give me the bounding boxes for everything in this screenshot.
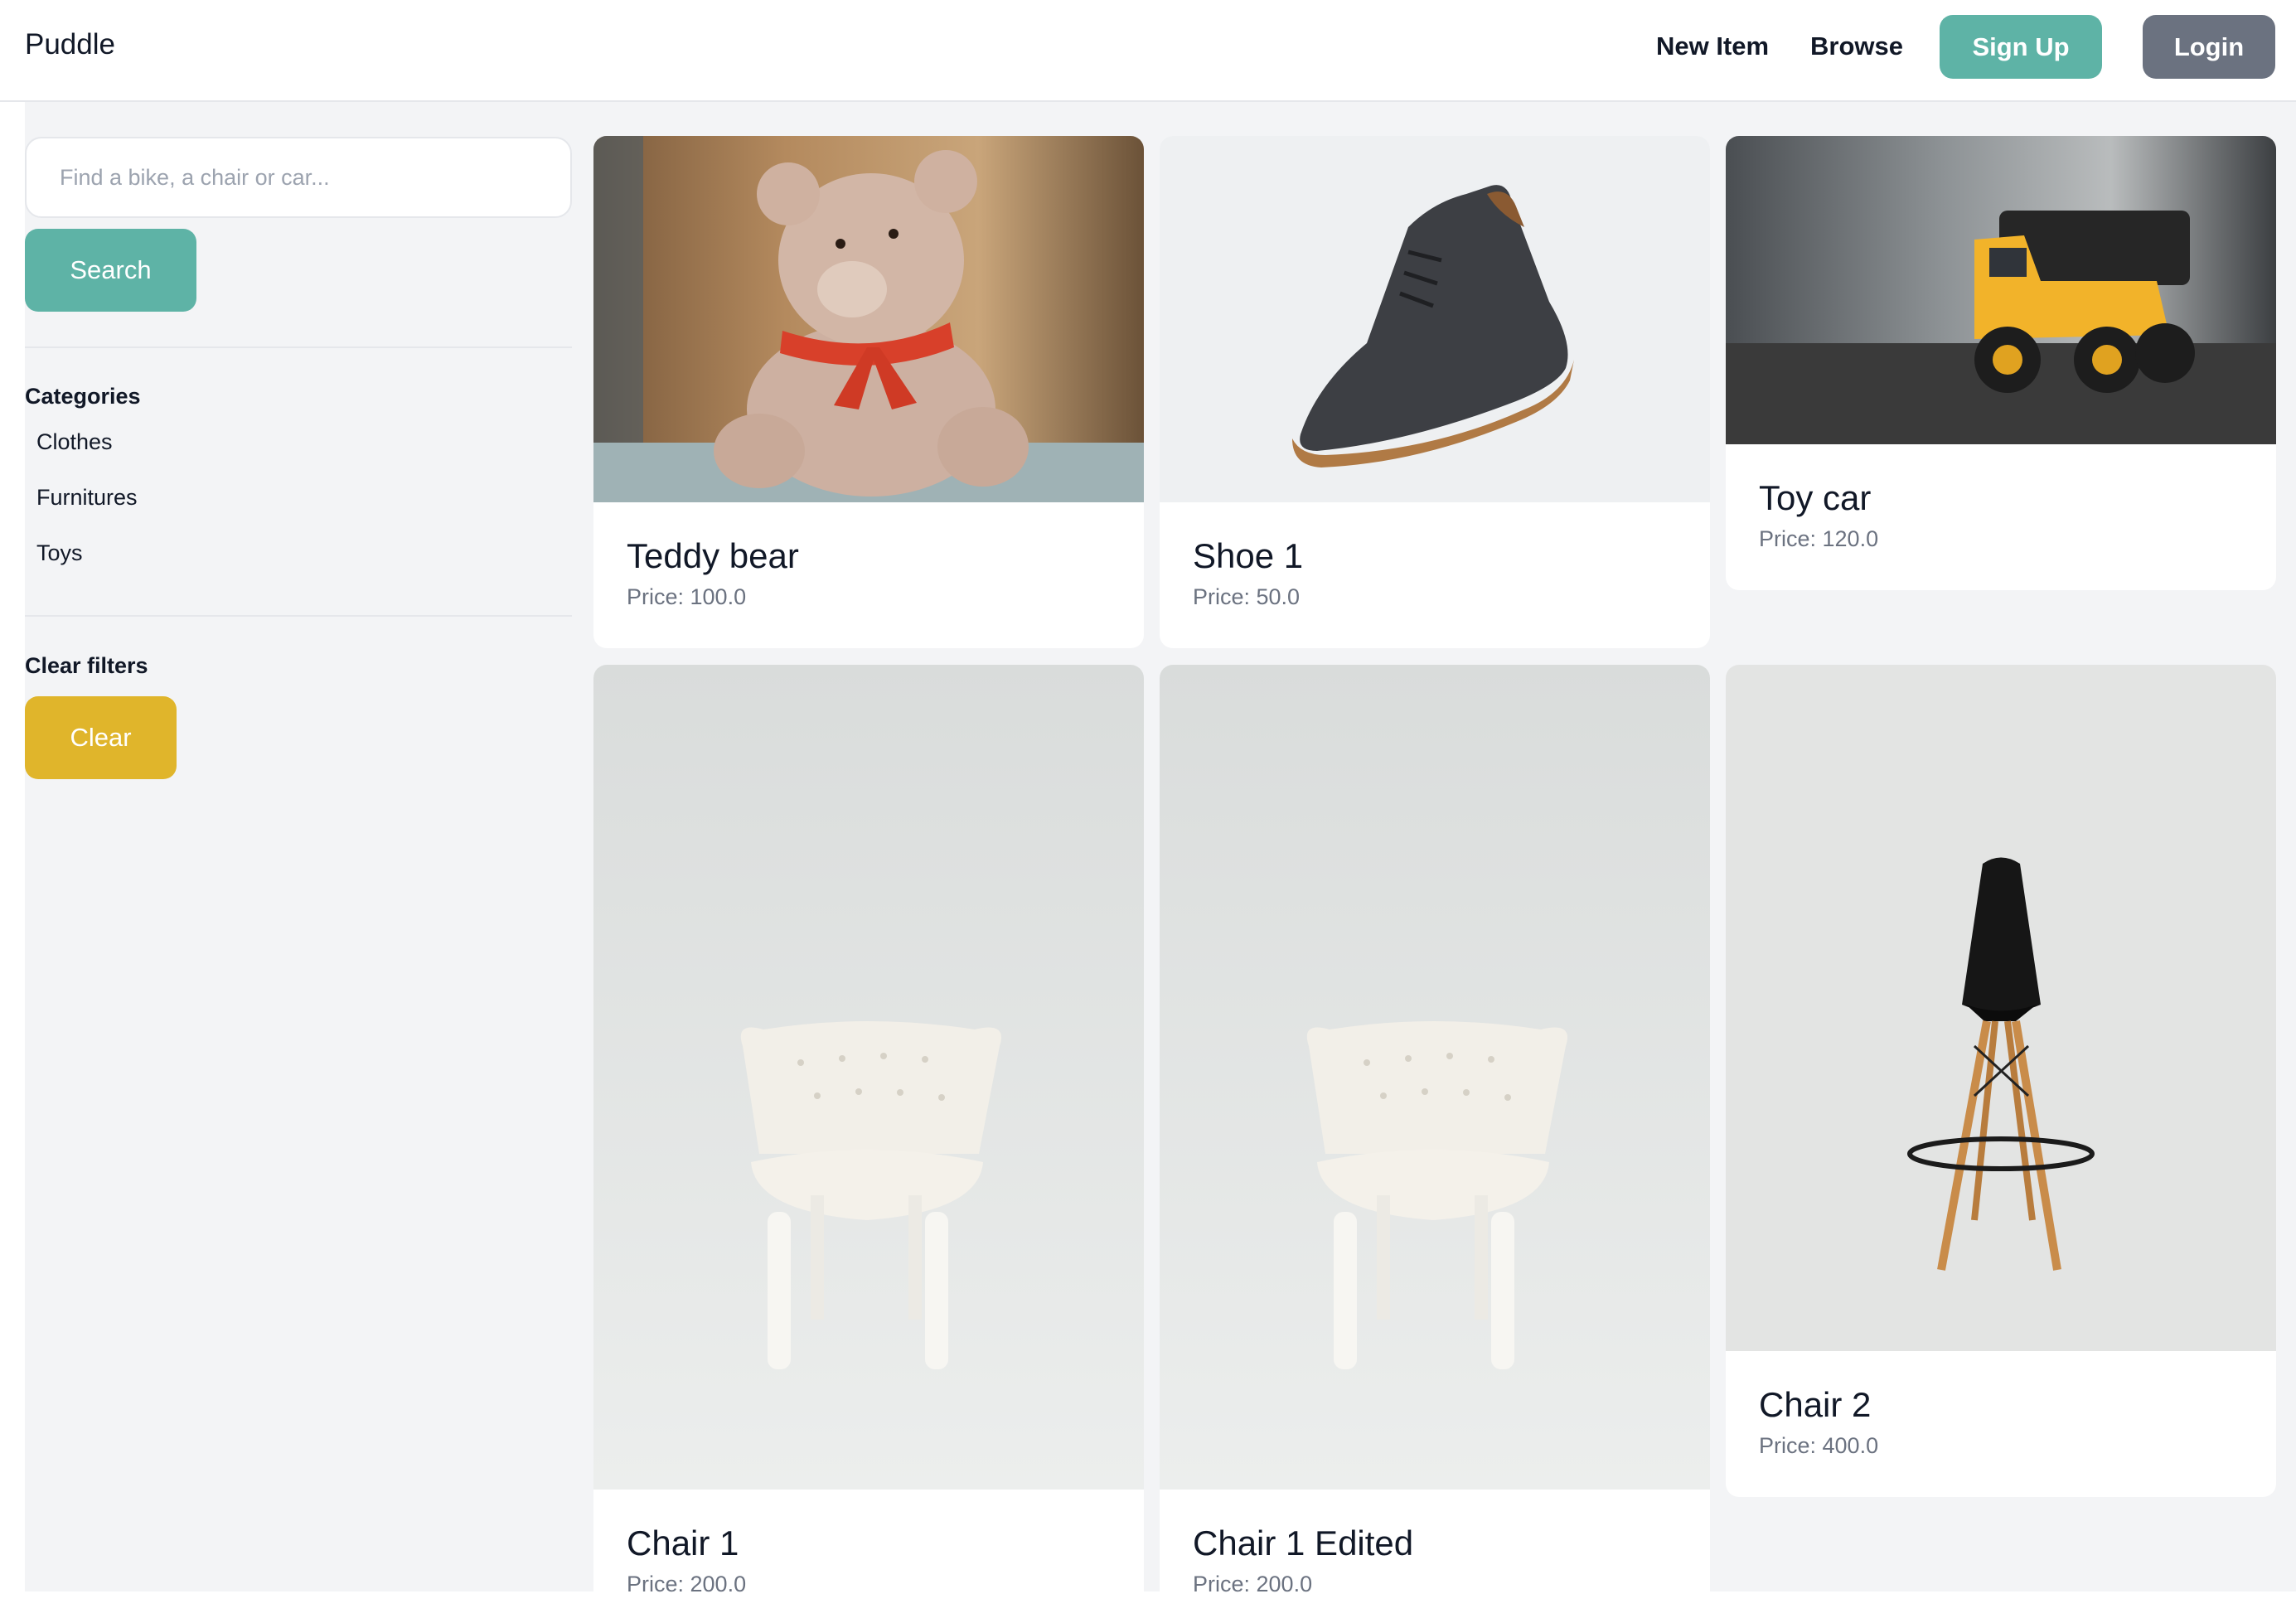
top-navbar: Puddle New Item Browse Sign Up Login [0,0,2296,102]
sidebar-divider [25,346,572,348]
search-button[interactable]: Search [25,229,196,312]
item-price: Price: 200.0 [627,1572,747,1596]
item-title: Chair 2 [1759,1385,1872,1424]
item-title: Toy car [1759,478,1872,517]
nav-new-item-link[interactable]: New Item [1656,31,1769,61]
item-card-chair-1[interactable]: Chair 1 Price: 200.0 [593,665,1144,1618]
nav-browse-link[interactable]: Browse [1810,31,1903,61]
item-card-chair-1-edited[interactable]: Chair 1 Edited Price: 200.0 [1160,665,1710,1618]
category-toys[interactable]: Toys [36,540,83,566]
item-card-teddy-bear[interactable]: Teddy bear Price: 100.0 [593,136,1144,648]
sign-up-button[interactable]: Sign Up [1940,15,2102,79]
item-price: Price: 200.0 [1193,1572,1313,1596]
item-price: Price: 400.0 [1759,1433,1879,1458]
item-title: Shoe 1 [1193,536,1304,575]
brand-logo[interactable]: Puddle [25,28,115,61]
item-title: Chair 1 Edited [1193,1524,1414,1562]
login-button[interactable]: Login [2143,15,2275,79]
search-input[interactable] [25,137,572,218]
white-armchair-image [593,665,1144,1490]
item-card-chair-2[interactable]: Chair 2 Price: 400.0 [1726,665,2276,1497]
item-price: Price: 120.0 [1759,526,1879,551]
clear-filters-heading: Clear filters [25,653,148,678]
item-title: Teddy bear [627,536,799,575]
black-bar-stool-image [1726,665,2276,1351]
categories-heading: Categories [25,384,141,409]
category-clothes[interactable]: Clothes [36,429,113,455]
item-title: Chair 1 [627,1524,739,1562]
toy-truck-image [1726,136,2276,444]
shoe-image [1160,136,1710,502]
item-price: Price: 50.0 [1193,584,1301,609]
clear-filters-button[interactable]: Clear [25,696,177,779]
sidebar-divider [25,615,572,617]
white-armchair-image [1160,665,1710,1490]
category-furnitures[interactable]: Furnitures [36,485,138,511]
teddy-bear-image [593,136,1144,502]
item-price: Price: 100.0 [627,584,747,609]
filter-sidebar: Search Categories Clothes Furnitures Toy… [25,102,572,1591]
item-card-toy-car[interactable]: Toy car Price: 120.0 [1726,136,2276,590]
item-card-shoe-1[interactable]: Shoe 1 Price: 50.0 [1160,136,1710,648]
